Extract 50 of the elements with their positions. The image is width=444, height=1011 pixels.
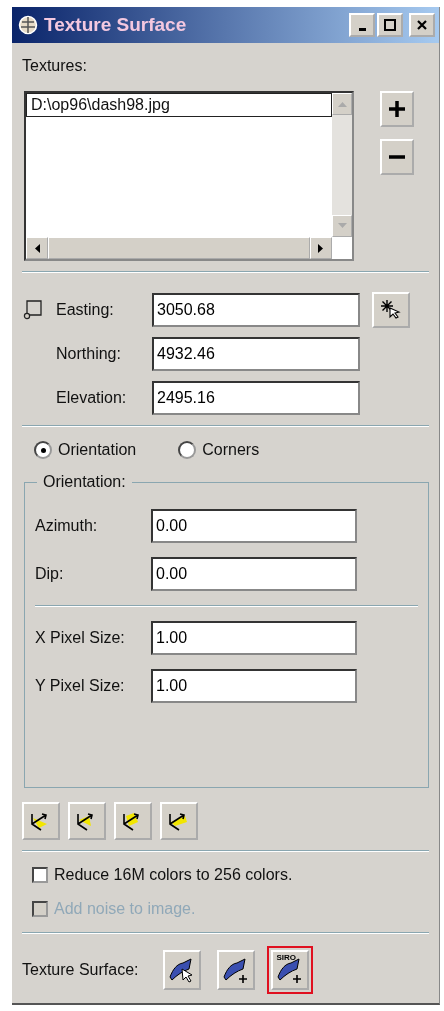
add-button[interactable] bbox=[380, 91, 414, 127]
field-label: Dip: bbox=[35, 565, 65, 583]
rotate-button[interactable] bbox=[114, 802, 152, 840]
minimize-button[interactable] bbox=[349, 13, 375, 37]
plus-icon bbox=[386, 98, 408, 120]
corner-point-icon bbox=[22, 299, 44, 321]
coordinate-field[interactable]: 2495.16 bbox=[152, 381, 360, 415]
textures-list[interactable]: D:\op96\dash98.jpg bbox=[24, 91, 354, 261]
globe-icon bbox=[18, 15, 38, 35]
rotate-button[interactable] bbox=[22, 802, 60, 840]
scroll-up-icon bbox=[337, 101, 347, 107]
field-label: X Pixel Size: bbox=[35, 629, 126, 647]
pixel-size-field[interactable]: 1.00 bbox=[151, 669, 357, 703]
scroll-right-icon bbox=[318, 243, 324, 253]
pixel-size-field[interactable]: 1.00 bbox=[151, 621, 357, 655]
field-label: Azimuth: bbox=[35, 517, 99, 535]
scroll-left-icon bbox=[34, 243, 40, 253]
remove-button[interactable] bbox=[380, 139, 414, 175]
close-button[interactable] bbox=[409, 13, 435, 37]
rotate-button[interactable] bbox=[68, 802, 106, 840]
coordinate-field[interactable]: 4932.46 bbox=[152, 337, 360, 371]
minus-icon bbox=[389, 155, 405, 159]
maximize-button[interactable] bbox=[377, 13, 403, 37]
angle-field[interactable]: 0.00 bbox=[151, 557, 357, 591]
maximize-icon bbox=[384, 19, 396, 31]
pick-point-button[interactable] bbox=[372, 292, 410, 328]
field-label: Northing: bbox=[55, 345, 122, 363]
mode-radio[interactable]: Orientation bbox=[34, 441, 137, 459]
texture-surface-label: Texture Surface: bbox=[22, 961, 139, 979]
window-title: Texture Surface bbox=[44, 14, 188, 36]
field-label: Easting: bbox=[55, 301, 115, 319]
siro-label: SIRO bbox=[276, 953, 297, 962]
field-label: Y Pixel Size: bbox=[35, 677, 126, 695]
select-surface-button[interactable] bbox=[162, 950, 201, 990]
option-checkbox[interactable]: Reduce 16M colors to 256 colors. bbox=[32, 866, 429, 884]
textures-label: Textures: bbox=[22, 57, 88, 75]
coordinate-field[interactable]: 3050.68 bbox=[152, 293, 360, 327]
rotate-button[interactable] bbox=[160, 802, 198, 840]
add-surface-button[interactable] bbox=[216, 950, 255, 990]
horizontal-scrollbar[interactable] bbox=[26, 237, 332, 259]
angle-field[interactable]: 0.00 bbox=[151, 509, 357, 543]
minimize-icon bbox=[358, 27, 366, 31]
siro-surface-button[interactable]: SIRO bbox=[270, 950, 309, 990]
texture-item[interactable]: D:\op96\dash98.jpg bbox=[26, 93, 332, 117]
vertical-scrollbar[interactable] bbox=[332, 93, 352, 237]
scroll-down-icon bbox=[337, 223, 347, 229]
mode-radio[interactable]: Corners bbox=[178, 441, 260, 459]
field-label: Elevation: bbox=[55, 389, 128, 407]
close-icon bbox=[416, 19, 428, 31]
group-title: Orientation: bbox=[42, 473, 127, 491]
